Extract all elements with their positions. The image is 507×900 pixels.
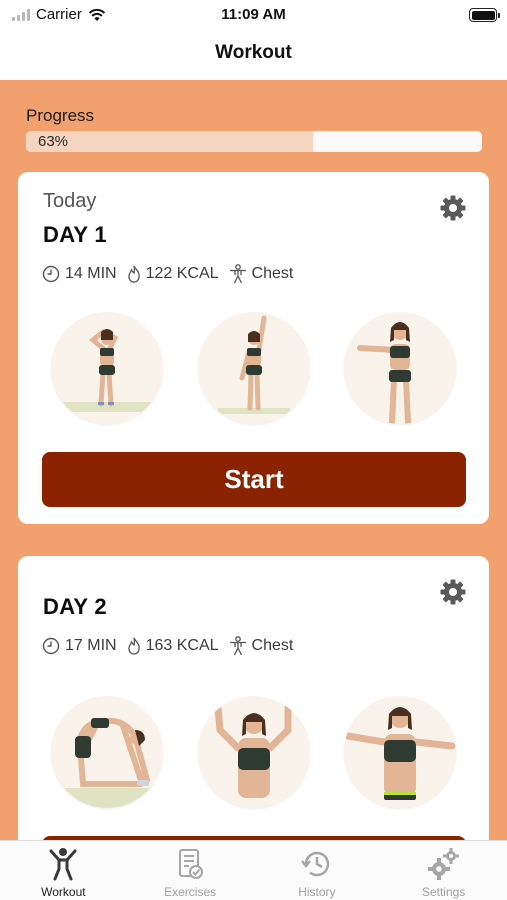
exercise-thumbnail-arm-raise[interactable] — [197, 312, 310, 424]
duration-label: 14 MIN — [65, 265, 117, 282]
clock: 11:09 AM — [221, 6, 286, 23]
body-icon — [229, 636, 246, 656]
flame-icon — [127, 265, 140, 283]
focus-item: Chest — [229, 264, 294, 284]
person-figure-icon — [63, 329, 151, 412]
day-title: DAY 2 — [43, 594, 107, 619]
clock-icon — [42, 265, 60, 283]
tab-workout[interactable]: Workout — [0, 841, 127, 900]
workout-card-day-2[interactable]: DAY 2 17 MIN 163 KCAL Chest — [18, 556, 489, 840]
exercise-thumbnail-overhead-stretch[interactable] — [51, 312, 163, 424]
duration-item: 14 MIN — [42, 265, 117, 283]
workout-meta: 17 MIN 163 KCAL Chest — [42, 636, 303, 656]
exercise-thumbnails — [18, 312, 489, 424]
gear-icon[interactable] — [439, 578, 467, 606]
workout-meta: 14 MIN 122 KCAL Chest — [42, 264, 303, 284]
tab-label: History — [298, 885, 336, 899]
start-button[interactable]: Start — [42, 452, 466, 507]
clock-icon — [42, 637, 60, 655]
workout-list[interactable]: Progress 63% Today DAY 1 14 MIN 122 KCAL… — [0, 80, 507, 840]
focus-label: Chest — [251, 265, 294, 282]
exercise-thumbnail-shoulder-stretch[interactable] — [344, 312, 456, 424]
person-figure-icon — [344, 707, 456, 800]
tab-history[interactable]: History — [254, 841, 381, 900]
progress-label: Progress — [26, 106, 95, 125]
checklist-icon — [179, 849, 204, 879]
battery-icon — [469, 8, 500, 22]
workout-card-day-1[interactable]: Today DAY 1 14 MIN 122 KCAL Chest Start — [18, 172, 489, 524]
person-figure-icon — [51, 718, 163, 808]
page-title: Workout — [215, 42, 292, 63]
tab-label: Exercises — [164, 885, 217, 899]
person-figure-icon — [214, 704, 291, 798]
progress-percent: 63% — [38, 133, 69, 150]
calories-item: 122 KCAL — [127, 265, 219, 283]
person-figure-icon — [357, 322, 411, 424]
card-subtitle: Today — [43, 190, 97, 212]
navigation-bar: Workout — [0, 30, 507, 80]
exercise-thumbnail-arms-out-twist[interactable] — [344, 696, 456, 808]
body-icon — [229, 264, 246, 284]
exercise-thumbnail-arms-up-bend[interactable] — [197, 696, 310, 808]
duration-item: 17 MIN — [42, 637, 117, 655]
tab-settings[interactable]: Settings — [380, 841, 507, 900]
tab-exercises[interactable]: Exercises — [127, 841, 254, 900]
focus-item: Chest — [229, 636, 294, 656]
calories-item: 163 KCAL — [127, 637, 219, 655]
tab-label: Workout — [41, 885, 86, 899]
history-icon — [300, 851, 330, 877]
day-title: DAY 1 — [43, 222, 107, 247]
gears-icon — [427, 848, 459, 880]
calories-label: 163 KCAL — [145, 637, 219, 654]
exercise-thumbnail-kneeling-backbend[interactable] — [51, 696, 163, 808]
person-icon — [49, 848, 77, 881]
focus-label: Chest — [251, 637, 294, 654]
status-bar: Carrier 11:09 AM — [0, 0, 507, 30]
calories-label: 122 KCAL — [145, 265, 219, 282]
progress-bar: 63% — [26, 131, 482, 152]
progress-fill — [26, 131, 314, 152]
person-figure-icon — [217, 315, 290, 414]
tab-bar: Workout Exercises History Settings — [0, 840, 507, 900]
gear-icon[interactable] — [439, 194, 467, 222]
duration-label: 17 MIN — [65, 637, 117, 654]
flame-icon — [127, 637, 140, 655]
exercise-thumbnails — [18, 696, 489, 808]
tab-label: Settings — [421, 885, 466, 899]
